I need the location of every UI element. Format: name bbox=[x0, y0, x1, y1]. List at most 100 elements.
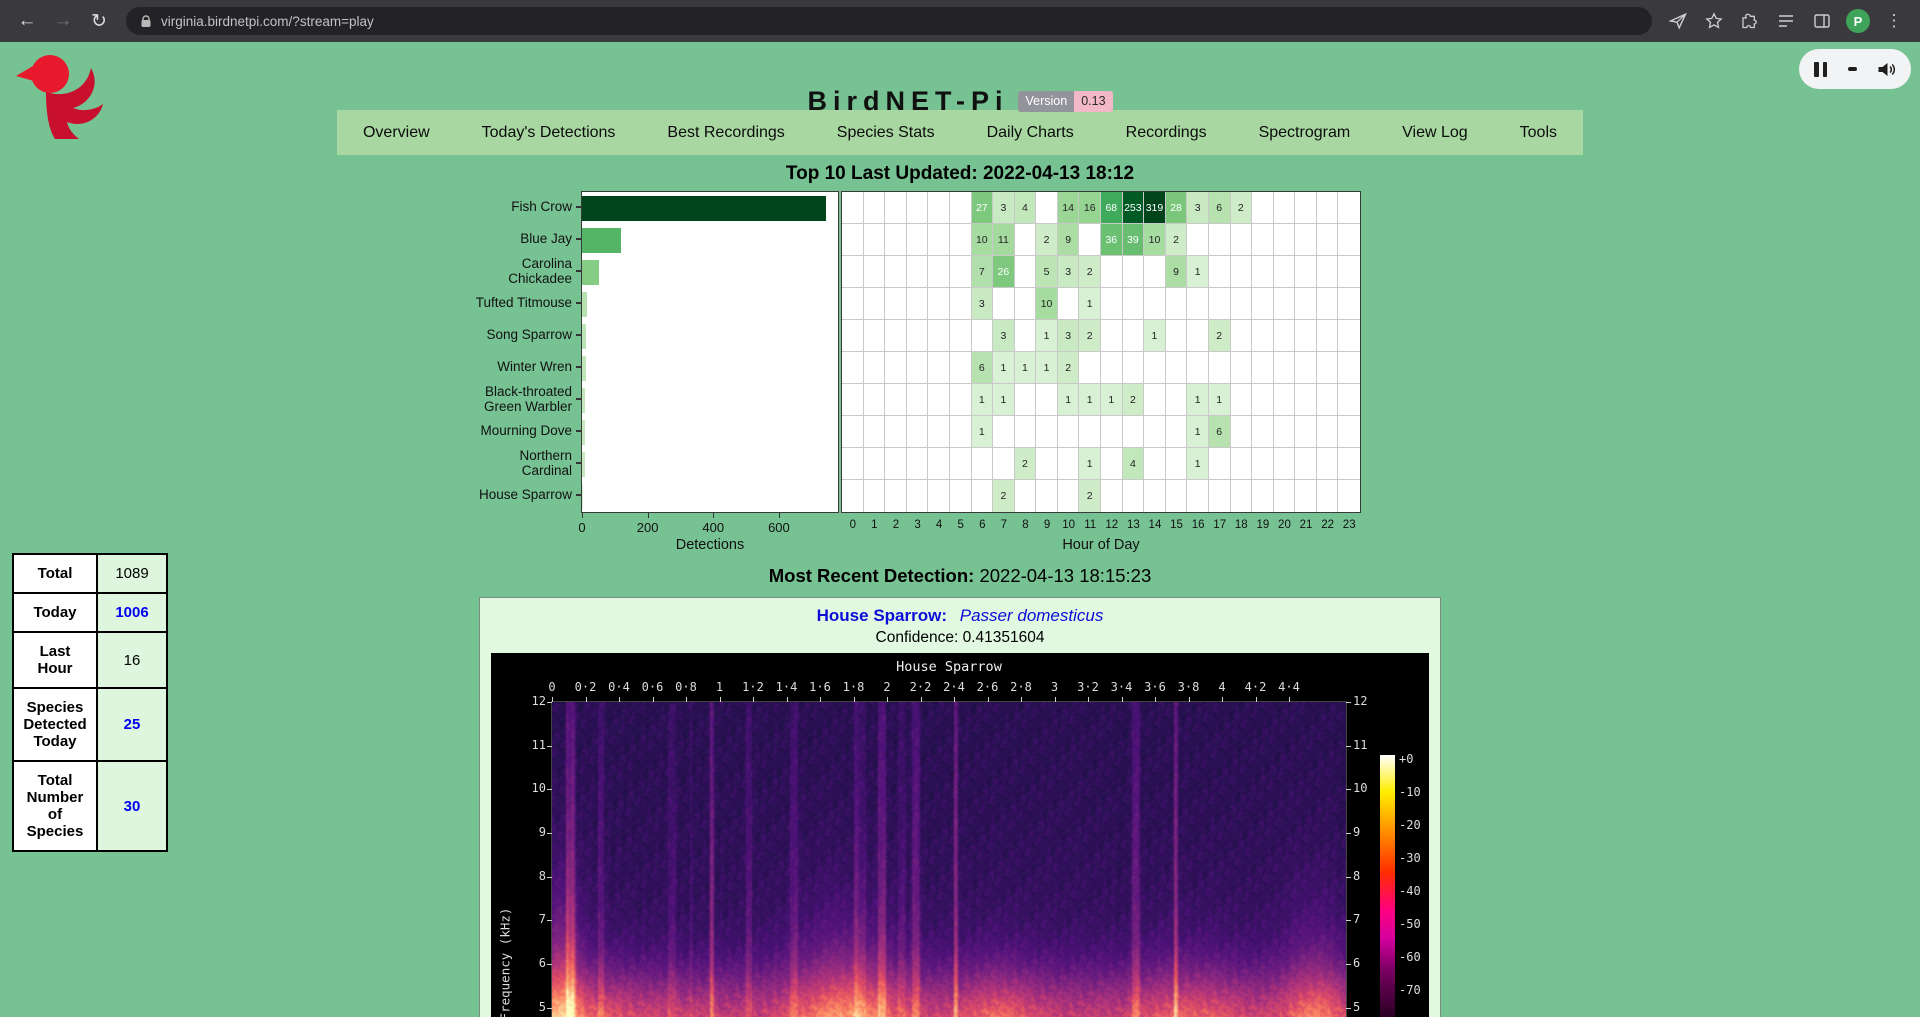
site-info-lock-icon[interactable] bbox=[140, 15, 152, 28]
species-label-line: Song Sparrow bbox=[486, 327, 572, 342]
species-label-line: Tufted Titmouse bbox=[476, 295, 572, 310]
reload-button[interactable]: ↻ bbox=[82, 4, 116, 38]
bar-row bbox=[582, 416, 838, 448]
nav-item-today-s-detections[interactable]: Today's Detections bbox=[478, 124, 620, 142]
heatmap-cell bbox=[1252, 352, 1274, 384]
extensions-puzzle-icon[interactable] bbox=[1734, 5, 1766, 37]
species-label-line: House Sparrow bbox=[479, 487, 572, 502]
page: BirdNET-Pi Version 0.13 OverviewToday's … bbox=[0, 42, 1920, 1017]
spectrogram-x-tick bbox=[552, 697, 553, 702]
heatmap-axis-title: Hour of Day bbox=[841, 537, 1361, 553]
bar-axis-tick bbox=[713, 513, 714, 518]
heatmap-cell: 26 bbox=[993, 256, 1015, 288]
hour-axis-label: 11 bbox=[1079, 513, 1101, 537]
heatmap-cell: 1 bbox=[1079, 384, 1101, 416]
nav-item-recordings[interactable]: Recordings bbox=[1122, 124, 1211, 142]
heatmap-cell: 7 bbox=[972, 256, 994, 288]
address-bar[interactable]: virginia.birdnetpi.com/?stream=play bbox=[126, 7, 1652, 35]
nav-item-tools[interactable]: Tools bbox=[1516, 124, 1561, 142]
pause-button[interactable] bbox=[1814, 62, 1827, 77]
heatmap-cell bbox=[1274, 480, 1296, 512]
spectrogram-y-tick bbox=[1346, 789, 1351, 790]
stats-row: Species Detected Today25 bbox=[13, 688, 167, 761]
spectrogram-x-tick-label: 3 bbox=[1051, 680, 1058, 694]
stats-value[interactable]: 30 bbox=[97, 761, 167, 851]
heatmap-cell bbox=[1231, 384, 1253, 416]
reading-list-icon[interactable] bbox=[1770, 5, 1802, 37]
detection-latin-name[interactable]: Passer domesticus bbox=[960, 606, 1104, 625]
nav-item-view-log[interactable]: View Log bbox=[1398, 124, 1472, 142]
heatmap-cell: 2 bbox=[1015, 448, 1037, 480]
hour-axis-label: 23 bbox=[1338, 513, 1360, 537]
heatmap-cell bbox=[907, 448, 929, 480]
spectrogram-x-tick bbox=[887, 697, 888, 702]
heatmap-cell bbox=[928, 416, 950, 448]
profile-avatar[interactable]: P bbox=[1842, 5, 1874, 37]
hour-axis-label: 10 bbox=[1058, 513, 1080, 537]
heatmap-cell: 2 bbox=[1079, 480, 1101, 512]
spectrogram-y-tick-label-left: 7 bbox=[522, 912, 546, 926]
nav-item-daily-charts[interactable]: Daily Charts bbox=[983, 124, 1078, 142]
side-panel-icon[interactable] bbox=[1806, 5, 1838, 37]
back-button[interactable]: ← bbox=[10, 4, 44, 38]
heatmap-cell: 4 bbox=[1123, 448, 1145, 480]
heatmap-cell bbox=[1252, 288, 1274, 320]
species-label-line: Black-throated bbox=[484, 384, 572, 399]
heatmap-cell bbox=[842, 224, 864, 256]
browser-menu-icon[interactable]: ⋮ bbox=[1878, 5, 1910, 37]
bookmark-star-icon[interactable] bbox=[1698, 5, 1730, 37]
spectrogram-x-tick bbox=[988, 697, 989, 702]
heatmap-cell bbox=[1187, 288, 1209, 320]
heatmap-cell bbox=[1058, 288, 1080, 320]
detection-title: House Sparrow: Passer domesticus bbox=[480, 606, 1440, 626]
detection-species-link[interactable]: House Sparrow: bbox=[817, 606, 947, 625]
heatmap-cell: 14 bbox=[1058, 192, 1080, 224]
send-to-device-icon[interactable] bbox=[1662, 5, 1694, 37]
nav-item-best-recordings[interactable]: Best Recordings bbox=[663, 124, 788, 142]
bar-row bbox=[582, 480, 838, 512]
stats-value[interactable]: 25 bbox=[97, 688, 167, 761]
volume-button[interactable] bbox=[1877, 61, 1896, 78]
nav-item-overview[interactable]: Overview bbox=[359, 124, 434, 142]
page-title: BirdNET-Pi bbox=[807, 86, 1008, 117]
heatmap-cell bbox=[1274, 448, 1296, 480]
stats-value-link[interactable]: 30 bbox=[124, 798, 141, 815]
hour-axis-label: 16 bbox=[1187, 513, 1209, 537]
heatmap-cell: 10 bbox=[1036, 288, 1058, 320]
spectrogram-x-tick-label: 1·6 bbox=[809, 680, 831, 694]
heatmap-cell bbox=[864, 256, 886, 288]
spectrogram-y-tick-label-right: 12 bbox=[1353, 694, 1367, 708]
stats-value[interactable]: 1006 bbox=[97, 593, 167, 632]
hour-axis-label: 13 bbox=[1123, 513, 1145, 537]
heatmap-cell bbox=[1338, 224, 1360, 256]
heatmap-cell bbox=[1015, 384, 1037, 416]
heatmap-cell bbox=[972, 480, 994, 512]
species-bar bbox=[582, 292, 587, 317]
heatmap-cell bbox=[1295, 224, 1317, 256]
heatmap-cell bbox=[1317, 416, 1339, 448]
colorbar-tick-label: -70 bbox=[1399, 983, 1421, 997]
spectrogram-title: House Sparrow bbox=[552, 659, 1346, 675]
heatmap-cell bbox=[1166, 480, 1188, 512]
stats-value-link[interactable]: 1006 bbox=[115, 604, 148, 621]
heatmap-cell: 1 bbox=[1079, 448, 1101, 480]
spectrogram-x-tick-label: 0 bbox=[548, 680, 555, 694]
colorbar-tick-label: -20 bbox=[1399, 818, 1421, 832]
heatmap-cell bbox=[1231, 352, 1253, 384]
species-bar bbox=[582, 452, 585, 477]
top10-heading: Top 10 Last Updated: 2022-04-13 18:12 bbox=[0, 163, 1920, 185]
spectrogram-x-tick bbox=[753, 697, 754, 702]
nav-item-spectrogram[interactable]: Spectrogram bbox=[1255, 124, 1355, 142]
stats-value-link[interactable]: 25 bbox=[124, 716, 141, 733]
heatmap-cell: 1 bbox=[1015, 352, 1037, 384]
species-bar bbox=[582, 196, 826, 221]
heatmap-cell bbox=[1101, 480, 1123, 512]
heatmap-cell: 1 bbox=[1144, 320, 1166, 352]
nav-item-species-stats[interactable]: Species Stats bbox=[833, 124, 939, 142]
heatmap-cell bbox=[1274, 288, 1296, 320]
heatmap-cell bbox=[885, 288, 907, 320]
bar-row bbox=[582, 224, 838, 256]
forward-button[interactable]: → bbox=[46, 4, 80, 38]
heatmap-cell bbox=[864, 416, 886, 448]
species-label: Winter Wren bbox=[497, 359, 572, 374]
